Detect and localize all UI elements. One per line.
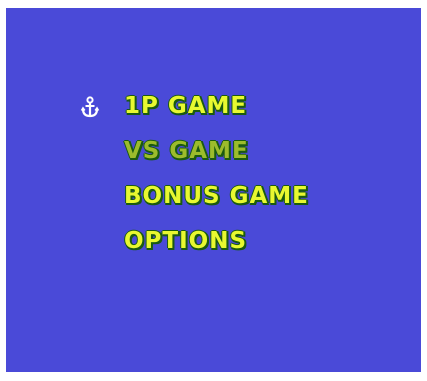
menu-item-1p-game[interactable]: 1P GAME <box>124 93 247 119</box>
menu-item-bonus-game[interactable]: BONUS GAME <box>124 183 309 209</box>
menu-item-options[interactable]: OPTIONS <box>124 228 247 254</box>
game-screen: 1P GAME VS GAME BONUS GAME OPTIONS <box>6 8 421 372</box>
main-menu: 1P GAME VS GAME BONUS GAME OPTIONS <box>6 8 421 372</box>
menu-item-vs-game[interactable]: VS GAME <box>124 138 249 164</box>
anchor-icon <box>80 96 100 118</box>
